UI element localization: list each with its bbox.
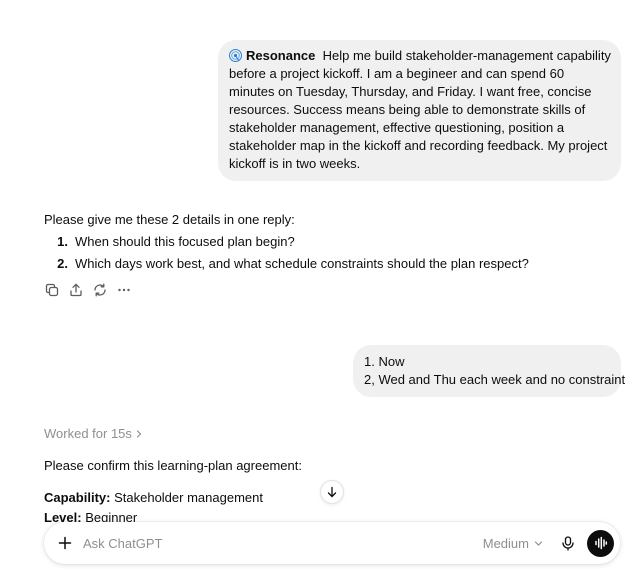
chat-page: Resonance Help me build stakeholder-mana…	[0, 0, 644, 573]
arrow-down-icon	[327, 486, 337, 498]
regenerate-icon	[94, 283, 106, 297]
worked-for-toggle[interactable]: Worked for 15s	[44, 426, 143, 441]
dictate-button[interactable]	[559, 534, 577, 552]
scroll-to-bottom-button[interactable]	[320, 480, 344, 504]
user-message-2-line: 2, Wed and Thu each week and no constrai…	[364, 372, 626, 387]
composer: Medium	[44, 522, 620, 564]
mic-icon	[562, 535, 574, 551]
share-button[interactable]	[68, 282, 84, 298]
more-options-button[interactable]	[116, 282, 132, 298]
list-item: 1. When should this focused plan begin?	[44, 232, 614, 252]
assistant-message-1: Please give me these 2 details in one re…	[44, 210, 614, 274]
chevron-down-icon	[534, 540, 543, 546]
capability-label: Capability:	[44, 490, 111, 505]
message-actions	[44, 282, 132, 298]
share-icon	[70, 283, 82, 297]
copy-button[interactable]	[44, 282, 60, 298]
list-item-number: 2.	[57, 256, 68, 271]
copy-icon	[45, 283, 59, 297]
model-select[interactable]: Medium	[483, 536, 543, 551]
worked-for-label: Worked for 15s	[44, 426, 132, 441]
model-select-label: Medium	[482, 535, 529, 551]
list-item-text: Which days work best, and what schedule …	[75, 256, 529, 271]
list-item-number: 1.	[57, 234, 68, 249]
more-icon	[118, 288, 130, 292]
user-message-2-line: 1. Now	[364, 354, 405, 369]
regenerate-button[interactable]	[92, 282, 108, 298]
resonance-icon	[229, 49, 242, 62]
list-item: 2. Which days work best, and what schedu…	[44, 254, 614, 274]
user-message-1: Resonance Help me build stakeholder-mana…	[218, 40, 621, 181]
user-message-2: 1. Now 2, Wed and Thu each week and no c…	[353, 345, 626, 397]
assistant-message-1-intro: Please give me these 2 details in one re…	[44, 212, 295, 227]
list-item-text: When should this focused plan begin?	[75, 234, 295, 249]
chat-input[interactable]	[83, 535, 483, 551]
voice-icon	[594, 536, 607, 550]
chevron-right-icon	[136, 429, 142, 438]
capability-value: Stakeholder management	[114, 490, 263, 505]
assistant-message-2-intro: Please confirm this learning-plan agreem…	[44, 458, 302, 473]
app-chip-label[interactable]: Resonance	[246, 48, 315, 63]
add-attachment-button[interactable]	[56, 534, 74, 552]
voice-mode-button[interactable]	[587, 529, 614, 557]
plus-icon	[58, 536, 72, 550]
user-message-1-text: Help me build stakeholder-management cap…	[229, 48, 611, 171]
